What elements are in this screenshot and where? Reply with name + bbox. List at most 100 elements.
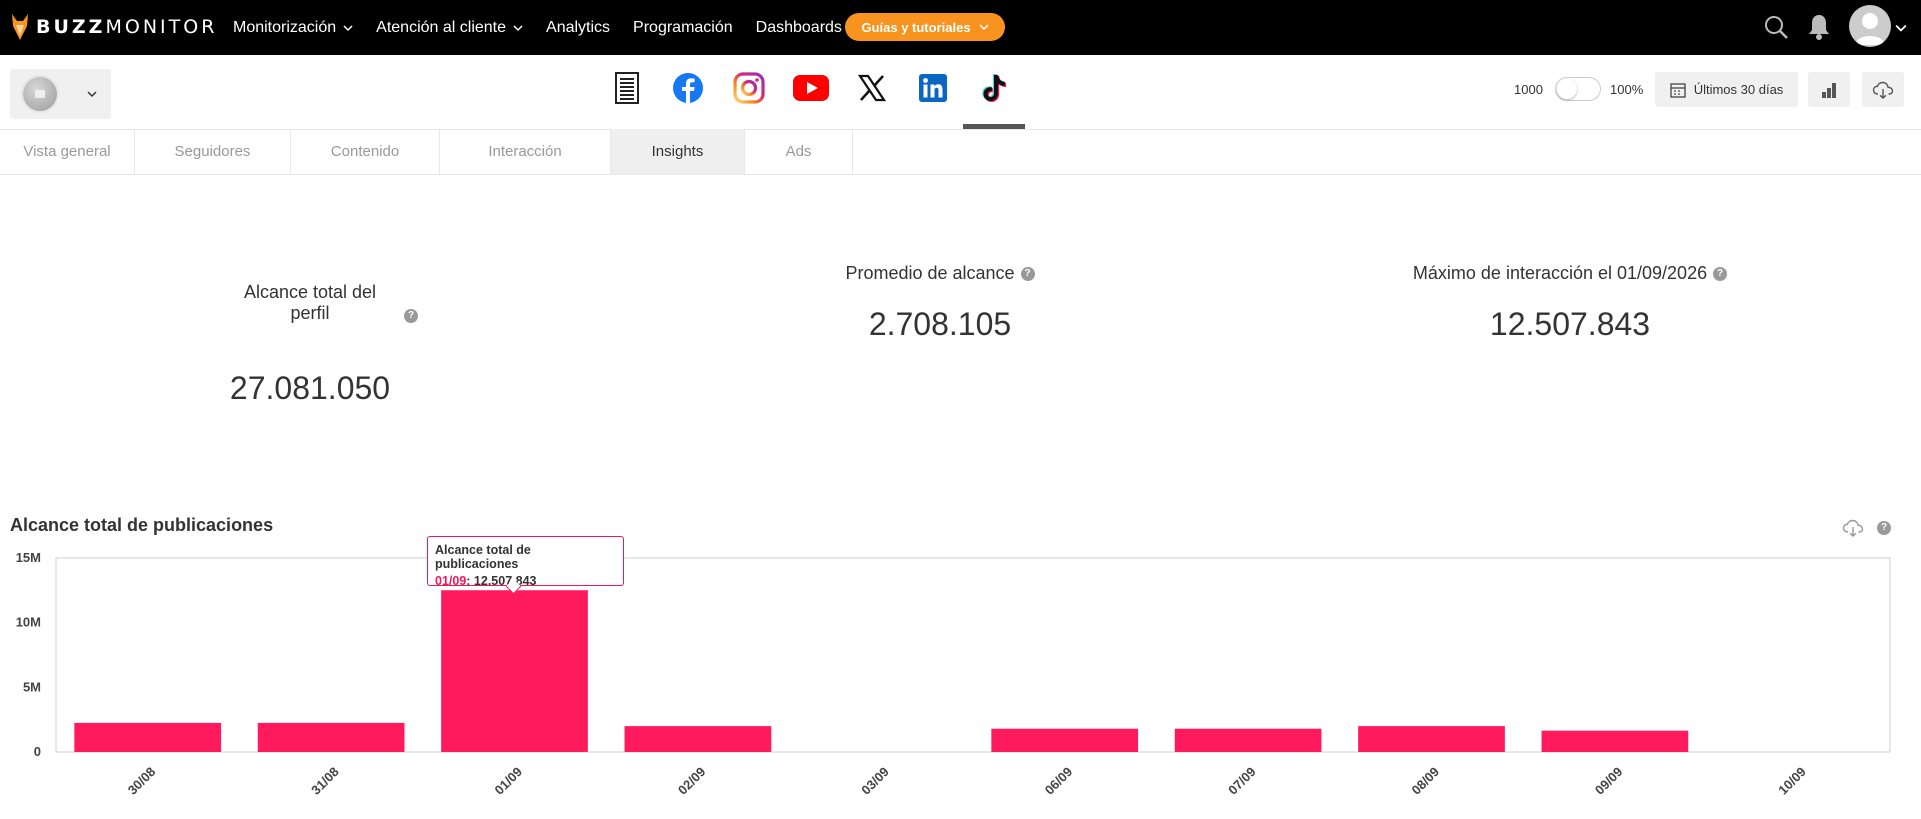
profile-avatar [23, 77, 57, 111]
fox-logo-icon [12, 14, 28, 40]
main-nav: Monitorización Atención al cliente Analy… [233, 0, 865, 55]
nav-label: Analytics [546, 18, 611, 36]
youtube-icon [793, 75, 829, 101]
network-x[interactable] [854, 70, 890, 106]
x-icon [858, 74, 886, 102]
profile-selector[interactable] [10, 69, 111, 119]
nav-programacion[interactable]: Programación [633, 19, 733, 37]
value-1000-label: 1000 [1514, 82, 1543, 97]
chart-view-button[interactable] [1808, 72, 1850, 107]
network-instagram[interactable] [731, 70, 767, 106]
help-icon[interactable]: ? [1020, 267, 1035, 282]
tooltip-title: Alcance total de publicaciones [435, 543, 531, 571]
tab-insights[interactable]: Insights [611, 129, 745, 174]
tab-seguidores[interactable]: Seguidores [135, 129, 291, 174]
x-tick-label: 06/09 [1042, 764, 1076, 798]
bar [991, 728, 1139, 752]
logo-text: BUZZMONITOR [36, 16, 218, 38]
network-linkedin[interactable] [915, 70, 951, 106]
x-tick-label: 09/09 [1592, 764, 1626, 798]
tab-interaccion[interactable]: Interacción [440, 129, 611, 174]
kpi-max-interaction-value: 12.507.843 [1489, 306, 1651, 342]
y-tick-label: 10M [16, 615, 41, 630]
guides-label: Guías y tutoriales [861, 19, 971, 35]
network-report[interactable] [609, 70, 645, 106]
chevron-down-icon [513, 24, 523, 31]
user-silhouette-icon [1855, 13, 1885, 45]
tab-label: Contenido [330, 143, 400, 160]
user-avatar[interactable] [1849, 5, 1891, 47]
bar [74, 722, 222, 752]
chart-download-icon[interactable] [1842, 518, 1864, 538]
kpi-total-reach-value: 27.081.050 [229, 370, 391, 406]
chart-title: Alcance total de publicaciones [10, 515, 274, 535]
chart-help-icon[interactable]: ? [1877, 521, 1891, 535]
help-icon[interactable]: ? [1713, 267, 1728, 282]
tooltip-value: : 12.507.843 [466, 574, 537, 588]
tab-label: Insights [651, 143, 704, 160]
x-tick-label: 10/09 [1775, 764, 1809, 798]
y-tick-label: 15M [16, 550, 41, 565]
instagram-icon [733, 72, 765, 104]
guides-tutorials-button[interactable]: Guías y tutoriales [845, 13, 1005, 41]
tooltip-date: 01/09 [435, 574, 467, 588]
nav-label: Dashboards [755, 18, 842, 36]
x-tick-label: 03/09 [858, 764, 892, 798]
value-percent-label: 100% [1610, 82, 1644, 97]
kpi-total-reach-label: Alcance total del perfil? [200, 282, 420, 324]
network-tiktok[interactable] [976, 70, 1012, 106]
toggle-knob [1557, 79, 1577, 99]
toolbar: 1000 100% Últimos 30 días [0, 55, 1921, 130]
top-navbar: BUZZMONITOR Monitorización Atención al c… [0, 0, 1921, 55]
tab-label: Interacción [488, 143, 562, 160]
date-range-label: Últimos 30 días [1693, 82, 1784, 97]
nav-label: Atención al cliente [376, 18, 507, 36]
bell-icon[interactable] [1806, 13, 1832, 41]
chevron-down-icon [979, 24, 989, 31]
chart-tooltip: Alcance total de publicaciones 01/09: 12… [427, 536, 624, 588]
bar [1541, 730, 1689, 752]
linkedin-icon [919, 74, 947, 102]
tab-label: Seguidores [174, 143, 251, 160]
tab-vista-general[interactable]: Vista general [0, 129, 135, 174]
calendar-icon [1670, 82, 1686, 98]
nav-monitorizacion[interactable]: Monitorización [233, 19, 353, 37]
tab-label: Ads [785, 143, 812, 160]
chevron-down-icon[interactable] [1895, 22, 1907, 34]
bar [257, 722, 405, 752]
bar-chart-icon [1822, 82, 1836, 98]
nav-label: Monitorización [233, 18, 337, 36]
bar [1174, 728, 1322, 752]
x-tick-label: 01/09 [492, 764, 526, 798]
facebook-icon [673, 73, 703, 103]
kpi-avg-reach-label: Promedio de alcance? [790, 263, 1090, 284]
x-tick-label: 30/08 [125, 764, 159, 798]
bar [441, 590, 588, 752]
tab-contenido[interactable]: Contenido [291, 129, 440, 174]
chevron-down-icon [87, 91, 97, 98]
nav-label: Programación [633, 18, 733, 36]
tab-label: Vista general [23, 143, 111, 160]
nav-analytics[interactable]: Analytics [546, 19, 610, 37]
reach-bar-chart: 0 5M 10M 15M 30/08 31/08 01/09 02/09 03/09 06/09 0… [16, 550, 1891, 798]
nav-atencion-cliente[interactable]: Atención al cliente [376, 19, 523, 37]
help-icon[interactable]: ? [404, 309, 418, 323]
download-button[interactable] [1862, 72, 1904, 107]
percent-toggle[interactable] [1555, 77, 1601, 101]
kpi-max-interaction-label: Máximo de interacción el 01/09/2026? [1350, 263, 1790, 284]
y-tick-label: 5M [23, 679, 41, 694]
nav-dashboards[interactable]: Dashboards [756, 19, 842, 37]
network-youtube[interactable] [792, 70, 830, 106]
report-icon [615, 72, 639, 104]
x-tick-label: 02/09 [675, 764, 709, 798]
network-facebook[interactable] [670, 70, 706, 106]
buzzmonitor-logo[interactable]: BUZZMONITOR [10, 12, 217, 42]
y-tick-label: 0 [34, 744, 41, 759]
x-tick-label: 31/08 [308, 764, 342, 798]
search-icon[interactable] [1763, 14, 1789, 40]
x-tick-label: 08/09 [1409, 764, 1443, 798]
date-range-button[interactable]: Últimos 30 días [1655, 72, 1798, 107]
tiktok-icon [982, 74, 1007, 102]
section-tabs: Vista general Seguidores Contenido Inter… [0, 129, 1921, 175]
tab-ads[interactable]: Ads [745, 129, 853, 174]
